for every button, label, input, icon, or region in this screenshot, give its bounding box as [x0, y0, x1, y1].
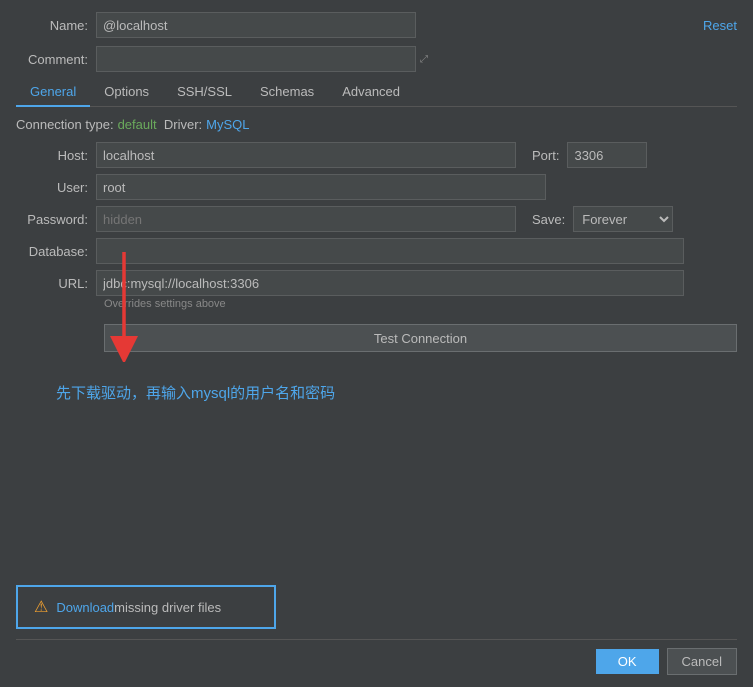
driver-value: MySQL: [206, 117, 249, 132]
comment-label: Comment:: [16, 52, 96, 67]
download-driver-text: missing driver files: [114, 600, 221, 615]
name-label: Name:: [16, 18, 96, 33]
tab-general[interactable]: General: [16, 78, 90, 107]
expand-icon: ⤢: [420, 54, 428, 65]
user-row: User:: [16, 174, 737, 200]
password-row: Password: Save: Forever For session Neve…: [16, 206, 737, 232]
host-input[interactable]: [96, 142, 516, 168]
password-input[interactable]: [96, 206, 516, 232]
comment-row: Comment: ⤢: [16, 46, 737, 72]
driver-label: Driver:: [164, 117, 202, 132]
save-label: Save:: [532, 212, 565, 227]
password-label: Password:: [16, 212, 96, 227]
url-input[interactable]: [96, 270, 684, 296]
footer-row: OK Cancel: [16, 640, 737, 675]
user-input[interactable]: [96, 174, 546, 200]
save-select[interactable]: Forever For session Never: [573, 206, 673, 232]
reset-link[interactable]: Reset: [703, 18, 737, 33]
download-driver-link[interactable]: Download: [56, 600, 114, 615]
database-input[interactable]: [96, 238, 684, 264]
download-link-box: ⚠ Download missing driver files: [16, 585, 276, 629]
tab-advanced[interactable]: Advanced: [328, 78, 414, 107]
database-row: Database:: [16, 238, 737, 264]
url-label: URL:: [16, 276, 96, 291]
annotation-text: 先下载驱动，再输入mysql的用户名和密码: [56, 382, 737, 403]
bottom-area: ⚠ Download missing driver files OK Cance…: [16, 419, 737, 675]
port-input[interactable]: [567, 142, 647, 168]
connection-dialog: Name: Reset Comment: ⤢ General Options S…: [0, 0, 753, 687]
database-label: Database:: [16, 244, 96, 259]
warning-icon: ⚠: [34, 597, 48, 617]
url-row: URL: Overrides settings above: [16, 270, 737, 310]
host-label: Host:: [16, 148, 96, 163]
host-port-row: Host: Port:: [16, 142, 737, 168]
tabs: General Options SSH/SSL Schemas Advanced: [16, 78, 737, 107]
download-box: ⚠ Download missing driver files: [16, 585, 737, 639]
test-connection-button[interactable]: Test Connection: [104, 324, 737, 352]
tab-schemas[interactable]: Schemas: [246, 78, 328, 107]
connection-type-row: Connection type: default Driver: MySQL: [16, 117, 737, 132]
tab-ssh-ssl[interactable]: SSH/SSL: [163, 78, 246, 107]
overrides-text: Overrides settings above: [104, 298, 737, 310]
comment-input[interactable]: [96, 46, 416, 72]
port-label: Port:: [532, 148, 559, 163]
user-label: User:: [16, 180, 96, 195]
name-row: Name: Reset: [16, 12, 737, 38]
name-input[interactable]: [96, 12, 416, 38]
connection-type-value: default: [118, 117, 157, 132]
url-input-row: URL:: [16, 270, 737, 296]
cancel-button[interactable]: Cancel: [667, 648, 737, 675]
ok-button[interactable]: OK: [596, 649, 659, 674]
tab-options[interactable]: Options: [90, 78, 163, 107]
connection-type-label: Connection type:: [16, 117, 114, 132]
annotation-area: 先下载驱动，再输入mysql的用户名和密码: [16, 352, 737, 419]
